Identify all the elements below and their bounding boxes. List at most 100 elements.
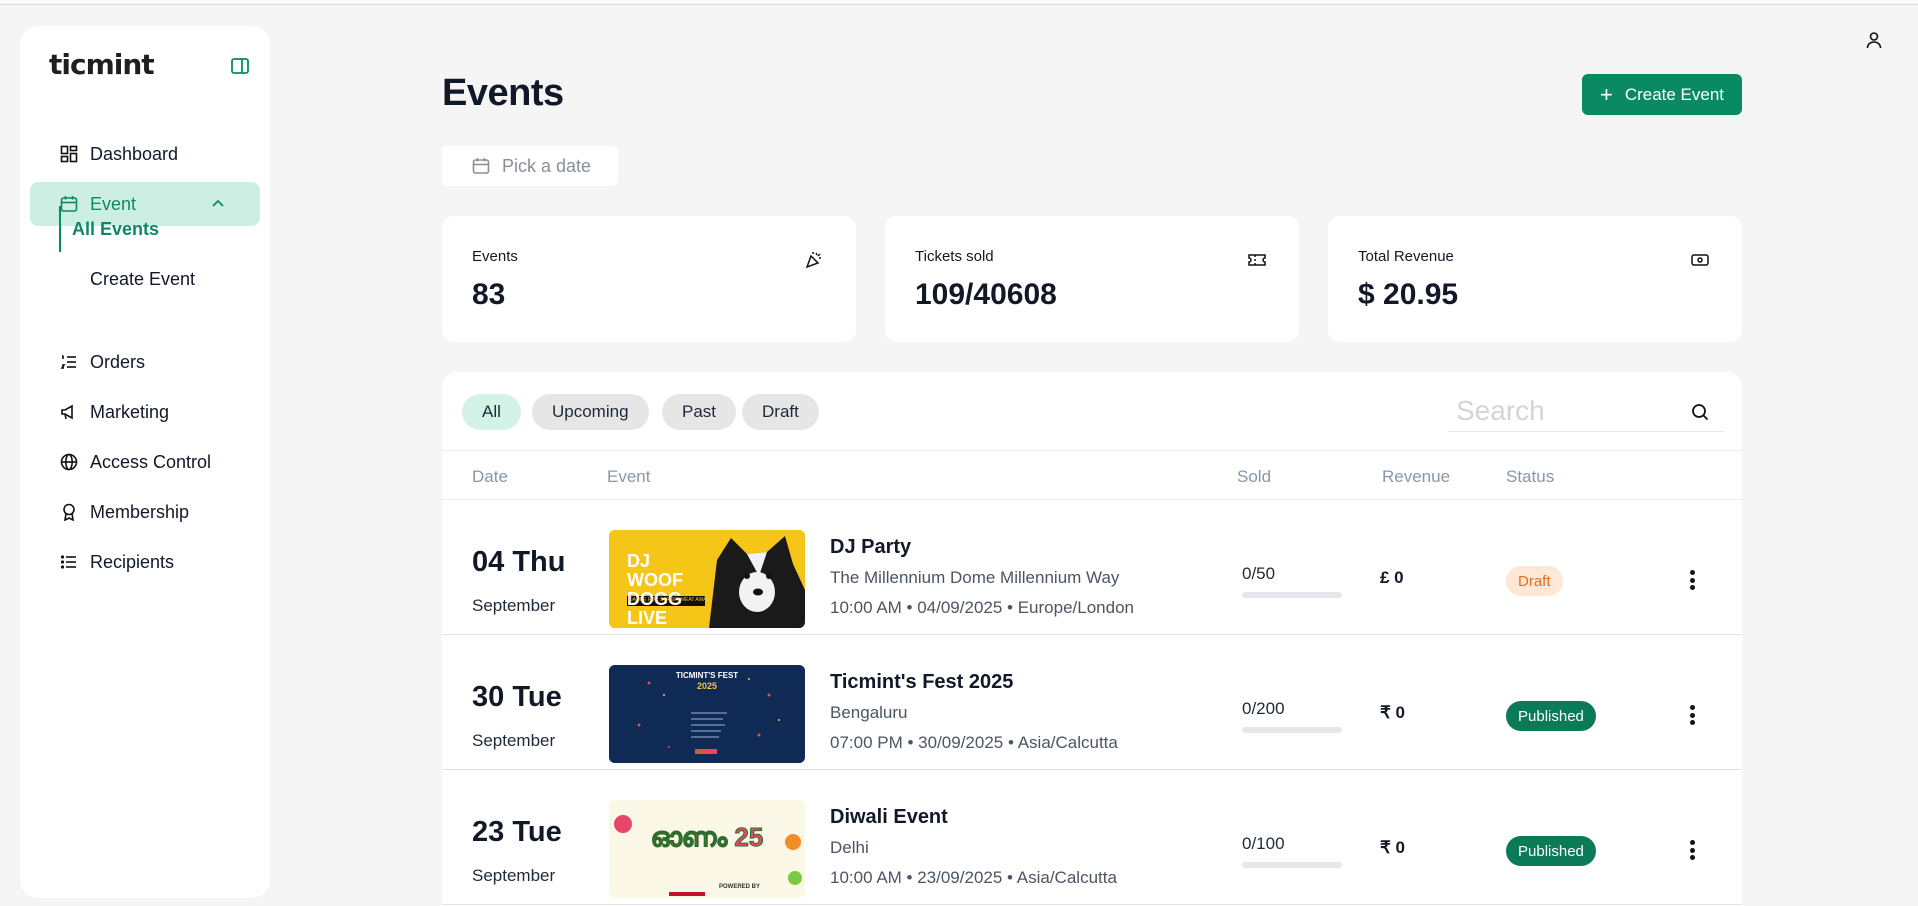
sidebar-subitem-create-event[interactable]: Create Event: [90, 256, 195, 302]
stat-value: 83: [472, 278, 506, 311]
thumbnail-title: TICMINT'S FEST: [675, 671, 739, 680]
column-header-event[interactable]: Event: [607, 467, 650, 487]
filter-chip-past[interactable]: Past: [662, 394, 737, 430]
sidebar-subitem-all-events[interactable]: All Events: [72, 206, 159, 252]
sidebar-item-label: Access Control: [90, 451, 212, 472]
event-thumbnail[interactable]: DJ WOOF DOGG LIVE DANCE FOR STREET MEAT …: [609, 530, 805, 628]
sidebar-item-orders[interactable]: Orders: [30, 340, 260, 384]
stat-value: $ 20.95: [1358, 278, 1459, 311]
stat-card-tickets-sold: Tickets sold 109/40608: [885, 216, 1299, 342]
sold-progress-bar: [1242, 727, 1342, 733]
column-header-revenue[interactable]: Revenue: [1382, 467, 1450, 487]
filter-chip-draft[interactable]: Draft: [742, 394, 819, 430]
sidebar: ticmint Dashboard Event All Events Creat…: [20, 26, 270, 898]
event-datetime: 07:00 PM • 30/09/2025 • Asia/Calcutta: [830, 733, 1118, 752]
event-month: September: [472, 866, 556, 885]
thumbnail-title: ഓണം 25: [650, 822, 764, 853]
date-picker-placeholder: Pick a date: [502, 155, 592, 176]
stat-label: Total Revenue: [1358, 248, 1454, 265]
sold-progress-bar: [1242, 862, 1342, 868]
filter-chip-upcoming[interactable]: Upcoming: [532, 394, 649, 430]
table-row[interactable]: 30 Tue September TICMINT'S FEST 2025 Tic…: [442, 635, 1742, 770]
event-venue: Bengaluru: [830, 703, 908, 722]
stat-value: 109/40608: [915, 278, 1057, 311]
calendar-icon: [472, 158, 490, 174]
sidebar-item-label: Dashboard: [90, 143, 179, 164]
status-badge: Published: [1506, 701, 1596, 731]
sidebar-item-label: Membership: [90, 501, 190, 522]
create-event-label: Create Event: [1624, 84, 1725, 104]
thumbnail-subtitle: DANCE FOR STREET MEAT AWAY: [629, 597, 705, 603]
party-popper-icon: [805, 252, 821, 269]
megaphone-icon: [61, 404, 73, 420]
more-options-icon[interactable]: [1682, 566, 1702, 594]
banknote-icon: [1691, 254, 1709, 266]
event-datetime: 10:00 AM • 04/09/2025 • Europe/London: [830, 598, 1134, 617]
status-badge: Published: [1506, 836, 1596, 866]
sidebar-item-label: Recipients: [90, 551, 175, 572]
event-day: 30 Tue: [472, 681, 562, 713]
thumbnail-title: DJ WOOF DOGG LIVE: [627, 551, 683, 628]
window-top-border: [0, 0, 1918, 5]
sold-count: 0/100: [1242, 834, 1285, 853]
stat-card-total-revenue: Total Revenue $ 20.95: [1328, 216, 1742, 342]
event-title[interactable]: DJ Party: [830, 536, 911, 559]
sold-progress-bar: [1242, 592, 1342, 598]
dashboard-icon: [60, 145, 78, 163]
search-icon[interactable]: [1690, 402, 1710, 422]
award-icon: [63, 503, 75, 521]
stat-card-events: Events 83: [442, 216, 856, 342]
event-month: September: [472, 731, 556, 750]
event-thumbnail[interactable]: ഓണം 25 POWERED BY: [609, 800, 805, 898]
thumbnail-subtitle: POWERED BY: [719, 884, 761, 890]
event-month: September: [472, 596, 556, 615]
ticket-icon: [1248, 254, 1266, 266]
list-ordered-icon: [60, 355, 76, 369]
event-datetime: 10:00 AM • 23/09/2025 • Asia/Calcutta: [830, 868, 1117, 887]
column-header-sold[interactable]: Sold: [1237, 467, 1271, 487]
table-row[interactable]: 04 Thu September DJ WOOF DOGG LIVE DANCE…: [442, 500, 1742, 635]
user-icon[interactable]: [1864, 30, 1884, 50]
revenue-value: ₹ 0: [1380, 838, 1405, 857]
sidebar-item-marketing[interactable]: Marketing: [30, 390, 260, 434]
stat-label: Tickets sold: [915, 248, 994, 265]
event-thumbnail[interactable]: TICMINT'S FEST 2025: [609, 665, 805, 763]
revenue-value: ₹ 0: [1380, 703, 1405, 722]
page-title: Events: [442, 72, 564, 114]
search-input[interactable]: [1448, 392, 1678, 430]
brand-logo[interactable]: ticmint: [49, 48, 155, 81]
more-options-icon[interactable]: [1682, 836, 1702, 864]
more-options-icon[interactable]: [1682, 701, 1702, 729]
active-subitem-indicator: [59, 206, 61, 252]
events-table-card: All Upcoming Past Draft Date Event Sold …: [442, 372, 1742, 906]
sidebar-item-dashboard[interactable]: Dashboard: [30, 132, 260, 176]
create-event-button[interactable]: + Create Event: [1582, 74, 1742, 115]
search-box: [1448, 392, 1724, 432]
event-day: 23 Tue: [472, 816, 562, 848]
status-badge: Draft: [1506, 566, 1563, 596]
table-header: Date Event Sold Revenue Status: [442, 450, 1742, 500]
sidebar-item-label: Orders: [90, 351, 146, 372]
column-header-date[interactable]: Date: [472, 467, 508, 487]
filter-chip-all[interactable]: All: [462, 394, 521, 430]
list-icon: [60, 555, 76, 569]
chevron-up-icon[interactable]: [210, 196, 226, 212]
stat-label: Events: [472, 248, 518, 265]
globe-lock-icon: [60, 453, 78, 471]
thumbnail-subtitle: 2025: [696, 681, 718, 691]
sold-count: 0/200: [1242, 699, 1285, 718]
date-picker[interactable]: Pick a date: [442, 146, 618, 186]
sidebar-item-membership[interactable]: Membership: [30, 490, 260, 534]
sold-count: 0/50: [1242, 564, 1276, 583]
event-title[interactable]: Ticmint's Fest 2025: [830, 671, 1013, 694]
sidebar-item-access-control[interactable]: Access Control: [30, 440, 260, 484]
revenue-value: £ 0: [1380, 568, 1404, 587]
sidebar-toggle-icon[interactable]: [230, 56, 250, 76]
event-title[interactable]: Diwali Event: [830, 806, 948, 829]
plus-icon: +: [1599, 81, 1613, 107]
event-venue: Delhi: [830, 838, 869, 857]
table-row[interactable]: 23 Tue September ഓണം 25 POWERED BY Diwal…: [442, 770, 1742, 905]
column-header-status[interactable]: Status: [1506, 467, 1554, 487]
sidebar-item-recipients[interactable]: Recipients: [30, 540, 260, 584]
event-venue: The Millennium Dome Millennium Way: [830, 568, 1120, 587]
